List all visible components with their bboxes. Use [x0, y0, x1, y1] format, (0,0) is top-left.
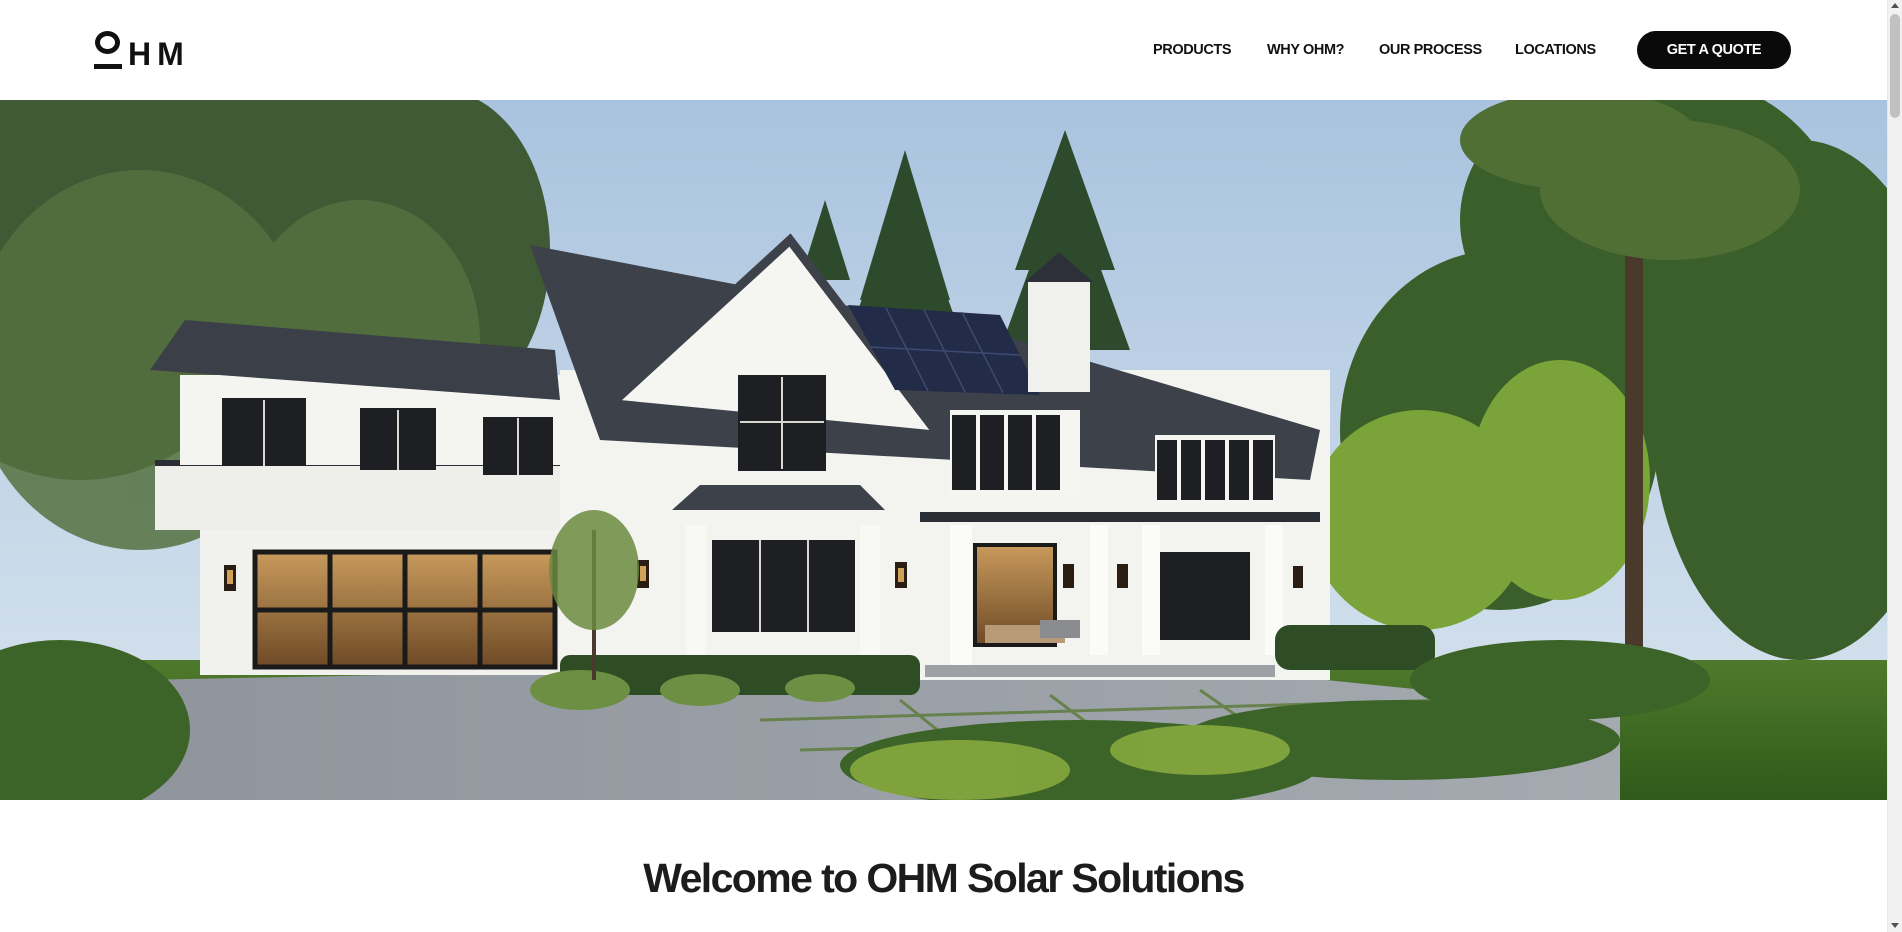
nav-item-why-ohm[interactable]: WHY OHM?: [1267, 38, 1344, 62]
welcome-heading: Welcome to OHM Solar Solutions: [643, 855, 1245, 901]
scrollbar-thumb[interactable]: [1890, 14, 1900, 118]
page: HM PRODUCTS WHY OHM? OUR PROCESS LOCATIO…: [0, 0, 1887, 932]
house-with-solar-panels-image: [0, 100, 1887, 800]
hero-image: [0, 100, 1887, 800]
scroll-down-arrow-icon[interactable]: [1891, 923, 1899, 928]
nav-item-locations[interactable]: LOCATIONS: [1515, 38, 1596, 62]
main-nav: PRODUCTS WHY OHM? OUR PROCESS LOCATIONS: [0, 38, 1887, 62]
get-a-quote-button[interactable]: GET A QUOTE: [1637, 31, 1791, 69]
vertical-scrollbar[interactable]: [1887, 0, 1902, 932]
nav-item-our-process[interactable]: OUR PROCESS: [1379, 38, 1482, 62]
scroll-up-arrow-icon[interactable]: [1891, 3, 1899, 8]
nav-item-products[interactable]: PRODUCTS: [1153, 38, 1232, 62]
site-header: HM PRODUCTS WHY OHM? OUR PROCESS LOCATIO…: [0, 0, 1887, 100]
